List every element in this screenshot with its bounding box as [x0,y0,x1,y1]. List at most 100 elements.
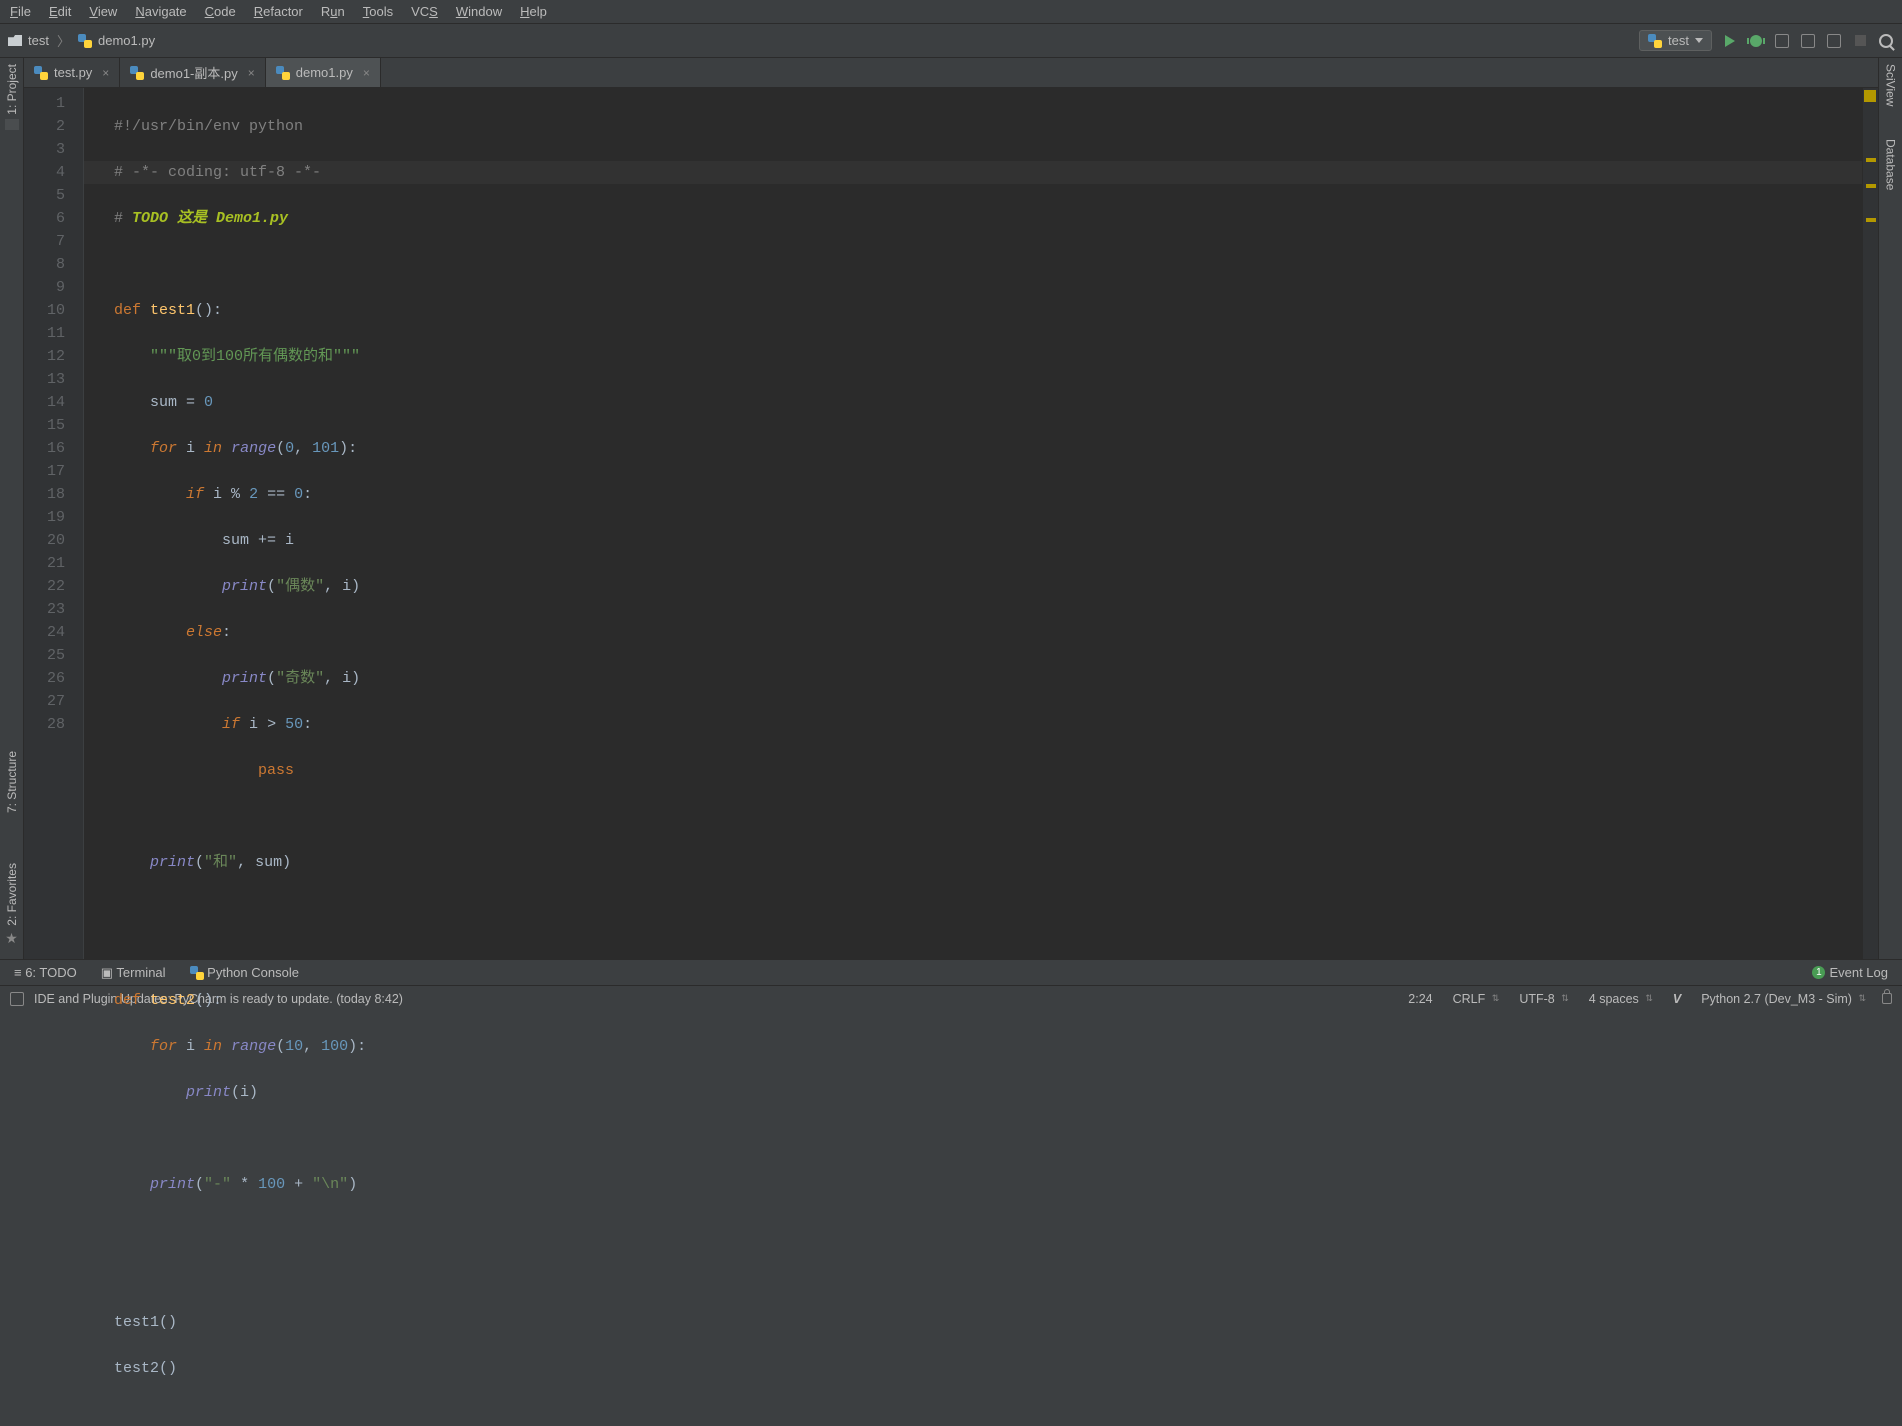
concurrency-button[interactable] [1826,33,1842,49]
chevron-down-icon [1695,38,1703,43]
toolwindow-structure[interactable]: 7: Structure [5,751,19,813]
line-number: 21 [24,552,65,575]
folder-icon [8,35,22,46]
bug-icon [1750,35,1762,47]
project-icon [5,119,19,130]
sciview-label: SciView [1884,64,1898,106]
python-file-icon [78,34,92,48]
line-number: 26 [24,667,65,690]
line-number: 8 [24,253,65,276]
menu-bar: File Edit View Navigate Code Refactor Ru… [0,0,1902,24]
menu-view[interactable]: View [89,4,117,19]
code-line: # -*- coding: utf-8 -*- [114,164,321,181]
tab-demo1-py[interactable]: demo1.py × [266,58,381,87]
toolwindow-project[interactable]: 1: Project [5,64,19,130]
tab-test-py[interactable]: test.py × [24,58,120,87]
line-number: 27 [24,690,65,713]
warning-marker[interactable] [1866,184,1876,188]
line-number: 18 [24,483,65,506]
toolwindow-favorites[interactable]: 2: Favorites ★ [5,863,19,947]
tab-label: demo1.py [296,65,353,80]
todo-label: 6: TODO [25,965,77,980]
python-file-icon [34,66,48,80]
menu-vcs[interactable]: VCS [411,4,438,19]
line-number: 4 [24,161,65,184]
menu-navigate[interactable]: Navigate [135,4,186,19]
menu-refactor[interactable]: Refactor [254,4,303,19]
line-number: 2 [24,115,65,138]
line-number: 7 [24,230,65,253]
breadcrumb-folder[interactable]: test [28,33,49,48]
gutter: 1 2 3 4 5 6 7 8 9 10 11 12 13 14 15 16 1… [24,88,84,959]
toolbar: test [1639,30,1894,51]
lock-icon[interactable] [1882,993,1892,1004]
line-number: 13 [24,368,65,391]
right-toolwindow-stripe: SciView Database [1878,58,1902,959]
menu-help[interactable]: Help [520,4,547,19]
editor-tabs: test.py × demo1-副本.py × demo1.py × [24,58,1878,88]
toolwindow-todo[interactable]: ≡ 6: TODO [14,965,77,980]
warning-marker[interactable] [1866,158,1876,162]
profile-button[interactable] [1800,33,1816,49]
concurrency-icon [1827,34,1841,48]
error-stripe[interactable] [1862,88,1878,959]
line-number: 3 [24,138,65,161]
line-number: 10 [24,299,65,322]
line-number: 17 [24,460,65,483]
run-button[interactable] [1722,33,1738,49]
close-icon[interactable]: × [363,66,370,80]
line-number: 14 [24,391,65,414]
line-number: 25 [24,644,65,667]
code-line: #!/usr/bin/env python [114,118,303,135]
string: "和" [204,854,237,871]
tab-demo1-copy-py[interactable]: demo1-副本.py × [120,58,265,87]
toolwindow-database[interactable]: Database [1884,139,1898,193]
string: "-" [204,1176,231,1193]
line-number: 23 [24,598,65,621]
project-label: 1: Project [5,64,19,115]
editor: test.py × demo1-副本.py × demo1.py × 1 2 3… [24,58,1878,959]
coverage-icon [1775,34,1789,48]
star-icon: ★ [5,930,18,947]
warning-marker[interactable] [1866,218,1876,222]
warning-indicator[interactable] [1864,90,1876,102]
run-configuration-selector[interactable]: test [1639,30,1712,51]
menu-tools[interactable]: Tools [363,4,393,19]
line-number: 15 [24,414,65,437]
close-icon[interactable]: × [102,66,109,80]
line-number: 16 [24,437,65,460]
tab-label: test.py [54,65,92,80]
breadcrumb-file[interactable]: demo1.py [98,33,155,48]
line-number: 5 [24,184,65,207]
close-icon[interactable]: × [248,66,255,80]
play-icon [1725,35,1735,47]
line-number: 9 [24,276,65,299]
menu-window[interactable]: Window [456,4,502,19]
menu-edit[interactable]: Edit [49,4,71,19]
run-with-coverage-button[interactable] [1774,33,1790,49]
debug-button[interactable] [1748,33,1764,49]
run-config-label: test [1668,33,1689,48]
menu-code[interactable]: Code [205,4,236,19]
line-number: 6 [24,207,65,230]
string: "偶数" [276,578,324,595]
search-everywhere-button[interactable] [1878,33,1894,49]
navigation-bar: test 〉 demo1.py test [0,24,1902,58]
code-text: # [114,210,132,227]
favorites-label: 2: Favorites [5,863,19,926]
line-number: 12 [24,345,65,368]
stop-button[interactable] [1852,33,1868,49]
code-editor[interactable]: 1 2 3 4 5 6 7 8 9 10 11 12 13 14 15 16 1… [24,88,1878,959]
stop-icon [1855,35,1866,46]
update-icon[interactable] [10,992,24,1006]
structure-label: 7: Structure [5,751,19,813]
python-file-icon [276,66,290,80]
menu-file[interactable]: File [10,4,31,19]
menu-run[interactable]: Run [321,4,345,19]
toolwindow-sciview[interactable]: SciView [1884,64,1898,109]
python-file-icon [1648,34,1662,48]
line-number: 28 [24,713,65,736]
code-todo: TODO 这是 Demo1.py [132,210,288,227]
search-icon [1879,34,1893,48]
code-content[interactable]: #!/usr/bin/env python # -*- coding: utf-… [84,88,1862,959]
